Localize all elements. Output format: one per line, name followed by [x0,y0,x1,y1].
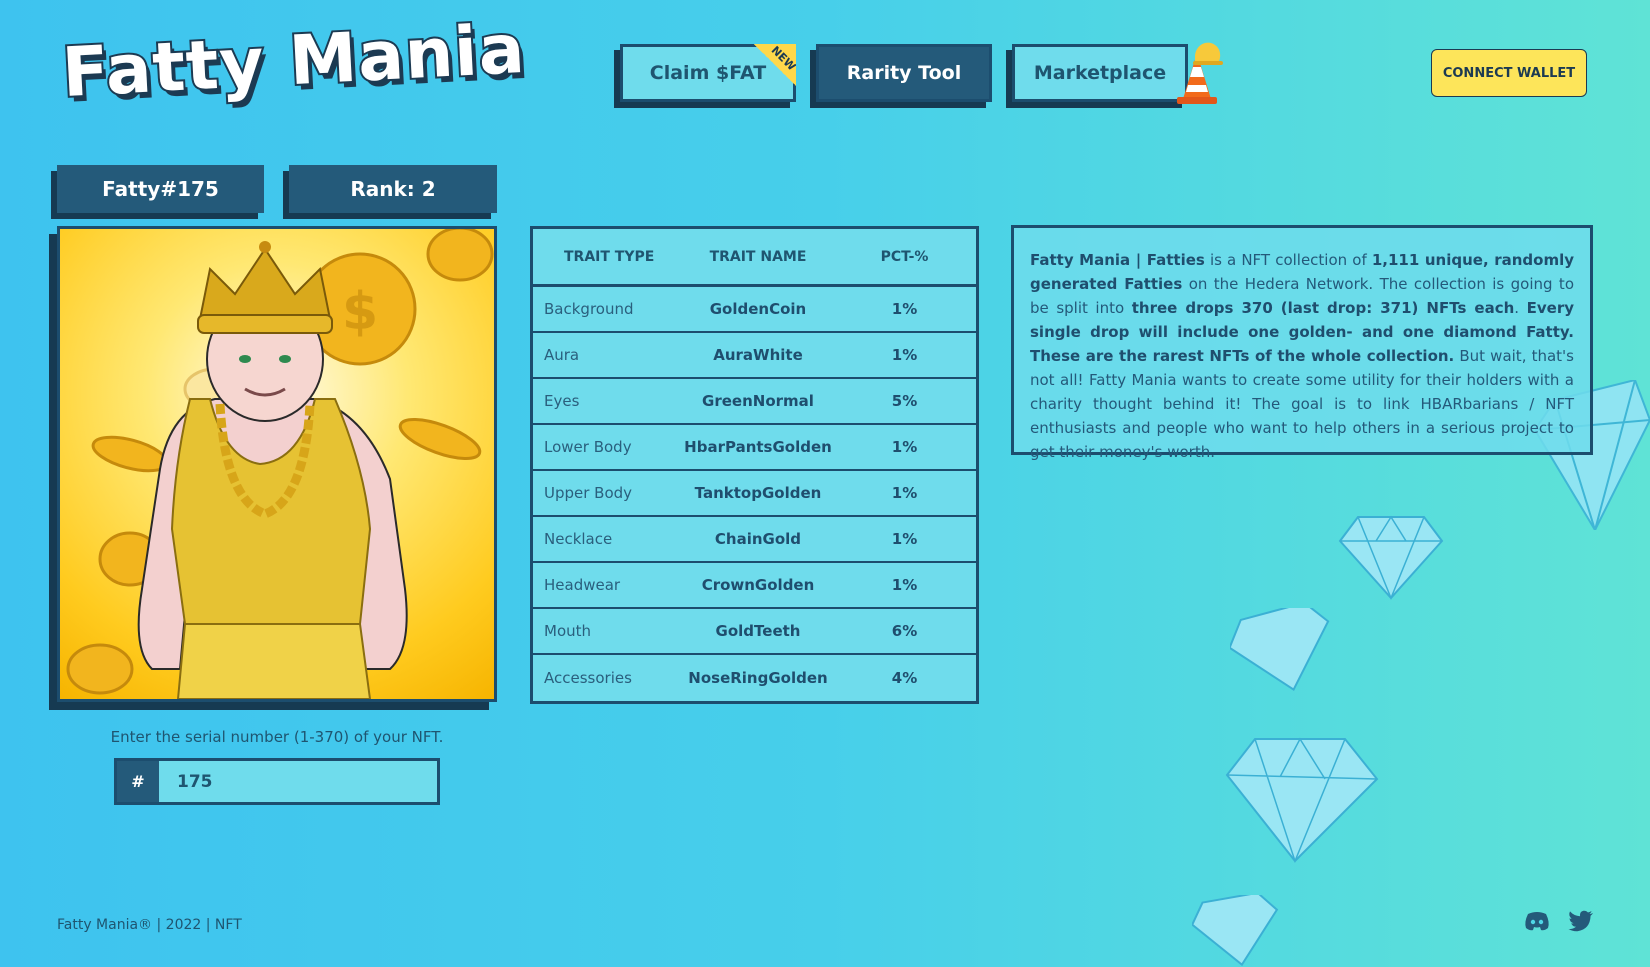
trait-type: Upper Body [544,484,633,502]
trait-type: Lower Body [544,438,632,456]
trait-pct: 5% [891,392,918,410]
discord-icon[interactable] [1524,910,1550,932]
trait-type: Accessories [544,669,632,687]
diamond-icon [1192,895,1279,967]
trait-name: NoseRingGolden [688,669,828,687]
svg-text:$: $ [342,282,378,342]
nft-rank-label: Rank: 2 [289,165,497,213]
trait-name: HbarPantsGolden [684,438,832,456]
trait-name: ChainGold [714,530,802,548]
trait-pct: 1% [891,576,918,594]
trait-pct: 6% [891,622,918,640]
nav-rarity-tool-label: Rarity Tool [846,62,962,84]
trait-type: Headwear [544,576,621,594]
table-row: Background GoldenCoin 1% [533,287,976,333]
about-text-6: . [1514,299,1527,317]
table-row: Eyes GreenNormal 5% [533,379,976,425]
nft-name-label: Fatty#175 [57,165,264,213]
trait-name: GoldenCoin [709,300,807,318]
trait-name: AuraWhite [713,346,803,364]
logo[interactable]: Fatty Mania [58,8,529,115]
trait-pct: 1% [891,530,918,548]
trait-pct: 1% [891,438,918,456]
connect-wallet-button[interactable]: CONNECT WALLET [1431,49,1587,97]
trait-pct: 1% [891,300,918,318]
serial-search: # [114,758,440,805]
table-row: Mouth GoldTeeth 6% [533,609,976,655]
table-row: Aura AuraWhite 1% [533,333,976,379]
nft-image: $ [57,226,497,702]
trait-name: CrownGolden [701,576,815,594]
trait-type: Mouth [544,622,592,640]
nav-marketplace-button[interactable]: Marketplace [1012,42,1223,104]
nav-claim-fat-button[interactable]: Claim $FAT NEW [620,44,796,102]
traits-table-header: TRAIT TYPE TRAIT NAME PCT-% [533,229,976,287]
table-row: Headwear CrownGolden 1% [533,563,976,609]
nav-claim-fat-label: Claim $FAT [649,62,767,84]
trait-name: TanktopGolden [694,484,822,502]
new-badge-label: NEW [768,44,796,74]
serial-hint-text: Enter the serial number (1-370) of your … [110,728,444,746]
construction-cone-icon [1177,42,1223,104]
table-row: Upper Body TanktopGolden 1% [533,471,976,517]
trait-pct: 4% [891,669,918,687]
fatty-illustration: $ [66,229,494,699]
serial-number-input[interactable] [159,761,437,802]
table-row: Accessories NoseRingGolden 4% [533,655,976,701]
diamond-icon [1338,515,1444,600]
footer-text: Fatty Mania® | 2022 | NFT [57,917,242,933]
about-text-2: is a NFT collection of [1204,251,1372,269]
diamond-icon [1230,608,1330,692]
logo-text: Fatty Mania [58,8,529,115]
header-trait-type: TRAIT TYPE [564,248,655,265]
nav-marketplace-label: Marketplace [1033,62,1167,84]
trait-type: Eyes [544,392,580,410]
traits-table: TRAIT TYPE TRAIT NAME PCT-% Background G… [530,226,979,704]
table-row: Lower Body HbarPantsGolden 1% [533,425,976,471]
trait-type: Necklace [544,530,613,548]
trait-type: Aura [544,346,580,364]
social-links [1524,910,1594,932]
about-text-1: Fatty Mania | Fatties [1030,251,1205,269]
trait-name: GoldTeeth [715,622,801,640]
header-trait-name: TRAIT NAME [709,248,807,265]
collection-description: Fatty Mania | Fatties is a NFT collectio… [1011,225,1593,461]
trait-pct: 1% [891,346,918,364]
main-nav: Claim $FAT NEW Rarity Tool Marketplace [620,42,1223,104]
twitter-icon[interactable] [1568,910,1594,932]
diamond-icon [1225,737,1379,864]
about-text-5: three drops 370 (last drop: 371) NFTs ea… [1131,299,1515,317]
serial-prefix: # [117,761,159,802]
new-badge: NEW [754,44,796,86]
trait-name: GreenNormal [702,392,814,410]
nav-rarity-tool-button[interactable]: Rarity Tool [816,44,992,102]
header-pct: PCT-% [880,248,929,265]
table-row: Necklace ChainGold 1% [533,517,976,563]
trait-pct: 1% [891,484,918,502]
trait-type: Background [544,300,634,318]
